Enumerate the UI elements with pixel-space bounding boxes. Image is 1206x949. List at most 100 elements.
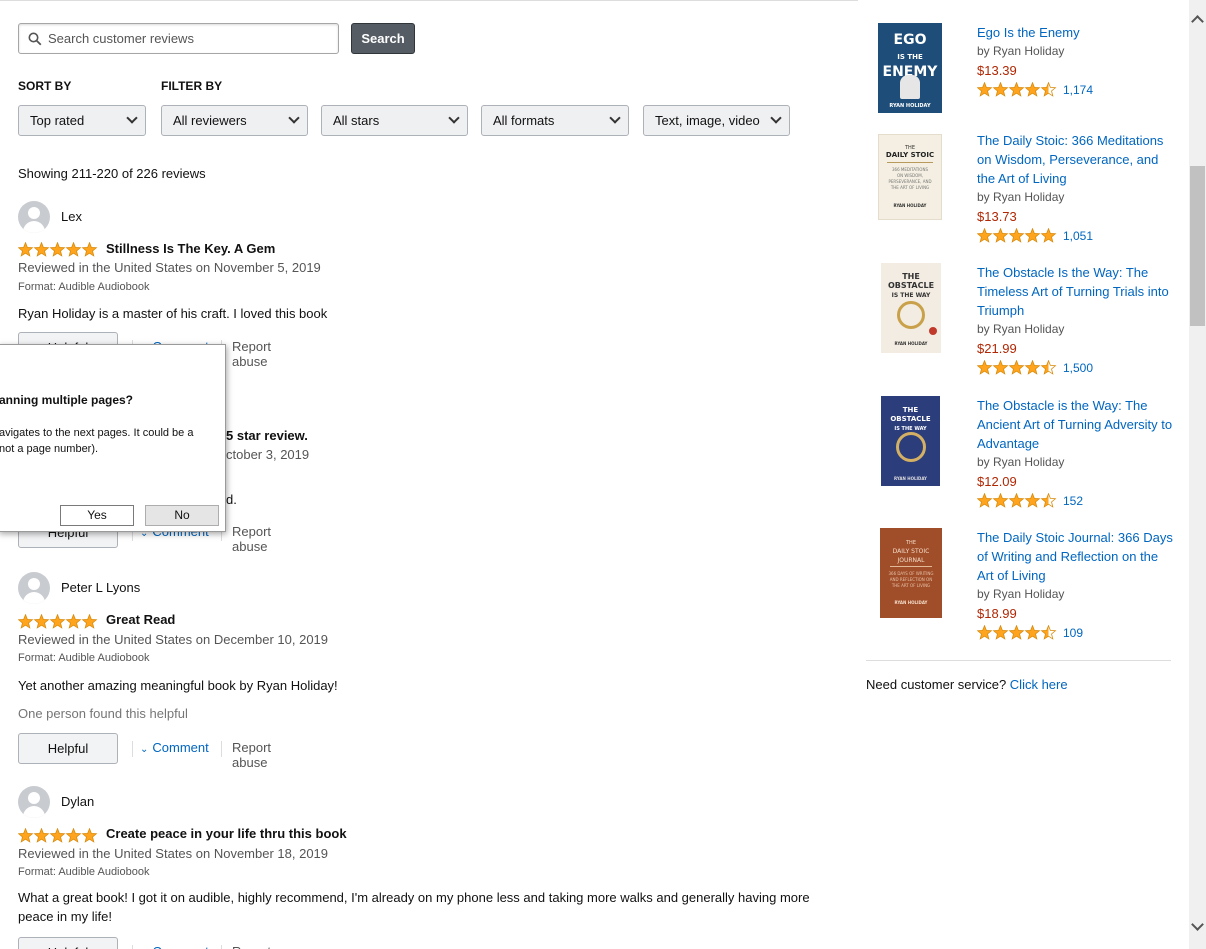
scroll-up-arrow-icon[interactable]: [1191, 15, 1204, 28]
star-icon: [1008, 493, 1025, 508]
review-item: Lex Stillness Is The Key. A Gem Reviewed…: [18, 201, 848, 369]
sidebar-book[interactable]: THE OBSTACLE IS THE WAY RYAN HOLIDAY The O…: [878, 263, 1173, 378]
star-icon: [1024, 625, 1041, 640]
formats-filter-dropdown[interactable]: All formats: [481, 105, 629, 136]
sort-value: Top rated: [30, 113, 85, 128]
top-divider: [0, 0, 858, 1]
review-title[interactable]: Stillness Is The Key. A Gem: [106, 241, 275, 256]
chevron-down-icon: [126, 112, 138, 124]
star-icon: [1040, 625, 1057, 640]
divider: [221, 741, 222, 757]
review-body: What a great book! I got it on audible, …: [18, 890, 810, 924]
book-title-link[interactable]: The Obstacle is the Way: The Ancient Art…: [977, 396, 1173, 453]
rating-count-link[interactable]: 152: [1063, 494, 1083, 508]
search-reviews-input[interactable]: Search customer reviews: [18, 23, 339, 54]
report-abuse-link[interactable]: Report abuse: [232, 944, 271, 949]
multi-page-dialog: anning multiple pages? avigates to the n…: [0, 344, 226, 532]
helpful-button[interactable]: Helpful: [18, 937, 118, 949]
book-title-link[interactable]: Ego Is the Enemy: [977, 23, 1173, 42]
search-placeholder: Search customer reviews: [48, 31, 194, 46]
reviewer-name: Dylan: [61, 794, 95, 809]
chevron-down-icon: ⌄: [140, 744, 149, 755]
click-here-link[interactable]: Click here: [1010, 677, 1068, 692]
book-price: $13.39: [977, 63, 1017, 78]
book-title-link[interactable]: The Obstacle Is the Way: The Timeless Ar…: [977, 263, 1173, 320]
helpful-button[interactable]: Helpful: [18, 733, 118, 764]
dialog-no-button[interactable]: No: [145, 505, 219, 526]
review-date: Reviewed in the United States on Novembe…: [18, 260, 321, 275]
star-icon: [81, 614, 98, 629]
report-abuse-link[interactable]: Report abuse: [232, 740, 271, 770]
stars-filter-dropdown[interactable]: All stars: [321, 105, 468, 136]
star-icon: [1040, 360, 1057, 375]
search-button[interactable]: Search: [351, 23, 415, 54]
star-icon: [1040, 228, 1057, 243]
helpful-count-text: One person found this helpful: [18, 706, 188, 721]
avatar: [18, 201, 50, 233]
book-cover-image[interactable]: THE OBSTACLE IS THE WAY RYAN HOLIDAY: [881, 396, 940, 486]
star-icon: [1008, 625, 1025, 640]
sidebar-book[interactable]: THE OBSTACLE IS THE WAY RYAN HOLIDAY The O…: [878, 396, 1173, 511]
search-icon: [28, 32, 42, 46]
divider: [132, 945, 133, 949]
review-date: Reviewed in the United States on Novembe…: [18, 846, 329, 861]
review-title[interactable]: 5 star review.: [226, 428, 308, 443]
media-filter-dropdown[interactable]: Text, image, video: [643, 105, 790, 136]
review-item: Peter L Lyons Great Read Reviewed in the…: [18, 572, 848, 770]
review-body: Yet another amazing meaningful book by R…: [18, 678, 338, 693]
star-icon: [33, 614, 50, 629]
rating-count-link[interactable]: 1,174: [1063, 83, 1093, 97]
report-abuse-link[interactable]: Report abuse: [232, 339, 271, 369]
book-title-link[interactable]: The Daily Stoic: 366 Meditations on Wisd…: [977, 131, 1173, 188]
star-icon: [1008, 82, 1025, 97]
rating-count-link[interactable]: 1,051: [1063, 229, 1093, 243]
sidebar-book[interactable]: THE DAILY STOIC JOURNAL 366 DAYS OF WRITI…: [878, 528, 1173, 643]
book-price: $21.99: [977, 341, 1017, 356]
star-rating[interactable]: [977, 493, 1057, 508]
dialog-title: anning multiple pages?: [0, 393, 134, 407]
sidebar-book[interactable]: EGO IS THE ENEMY RYAN HOLIDAY Ego Is the E…: [878, 23, 1173, 123]
star-rating[interactable]: [977, 228, 1057, 243]
comment-link[interactable]: ⌄Comment: [140, 740, 209, 755]
vertical-scrollbar[interactable]: [1189, 0, 1206, 949]
reviewers-value: All reviewers: [173, 113, 247, 128]
scroll-down-arrow-icon[interactable]: [1191, 918, 1204, 931]
star-rating[interactable]: [977, 360, 1057, 375]
review-title[interactable]: Create peace in your life thru this book: [106, 826, 347, 841]
star-icon: [1040, 493, 1057, 508]
star-icon: [977, 493, 993, 508]
dialog-text-line-1: avigates to the next pages. It could be …: [0, 427, 194, 439]
avatar: [18, 786, 50, 818]
book-cover-image[interactable]: THE DAILY STOIC JOURNAL 366 DAYS OF WRITI…: [880, 528, 942, 618]
star-icon: [49, 828, 66, 843]
star-icon: [1024, 493, 1041, 508]
divider: [132, 741, 133, 757]
media-value: Text, image, video: [655, 113, 760, 128]
book-cover-image[interactable]: THE DAILY STOIC 366 MEDITATIONS ON WISDOM…: [878, 134, 942, 220]
sidebar-divider: [866, 660, 1171, 661]
book-cover-image[interactable]: EGO IS THE ENEMY RYAN HOLIDAY: [878, 23, 942, 113]
rating-count-link[interactable]: 109: [1063, 626, 1083, 640]
review-title[interactable]: Great Read: [106, 612, 175, 627]
star-rating: [18, 242, 98, 257]
rating-count-link[interactable]: 1,500: [1063, 361, 1093, 375]
book-cover-image[interactable]: THE OBSTACLE IS THE WAY RYAN HOLIDAY: [881, 263, 941, 353]
book-title-link[interactable]: The Daily Stoic Journal: 366 Days of Wri…: [977, 528, 1173, 585]
dialog-yes-button[interactable]: Yes: [60, 505, 134, 526]
comment-link[interactable]: ⌄Comment: [140, 944, 209, 949]
scrollbar-thumb[interactable]: [1190, 166, 1205, 326]
report-abuse-link[interactable]: Report abuse: [232, 524, 271, 554]
reviewers-filter-dropdown[interactable]: All reviewers: [161, 105, 308, 136]
star-rating[interactable]: [977, 82, 1057, 97]
review-format: Format: Audible Audiobook: [18, 866, 150, 878]
book-author: by Ryan Holiday: [977, 455, 1065, 469]
star-rating[interactable]: [977, 625, 1057, 640]
star-icon: [65, 828, 82, 843]
star-icon: [65, 242, 82, 257]
star-icon: [33, 828, 50, 843]
book-author: by Ryan Holiday: [977, 322, 1065, 336]
review-date: Reviewed in the United States on Decembe…: [18, 632, 329, 647]
sidebar-book[interactable]: THE DAILY STOIC 366 MEDITATIONS ON WISDOM…: [878, 131, 1173, 246]
sort-dropdown[interactable]: Top rated: [18, 105, 146, 136]
star-icon: [1040, 82, 1057, 97]
